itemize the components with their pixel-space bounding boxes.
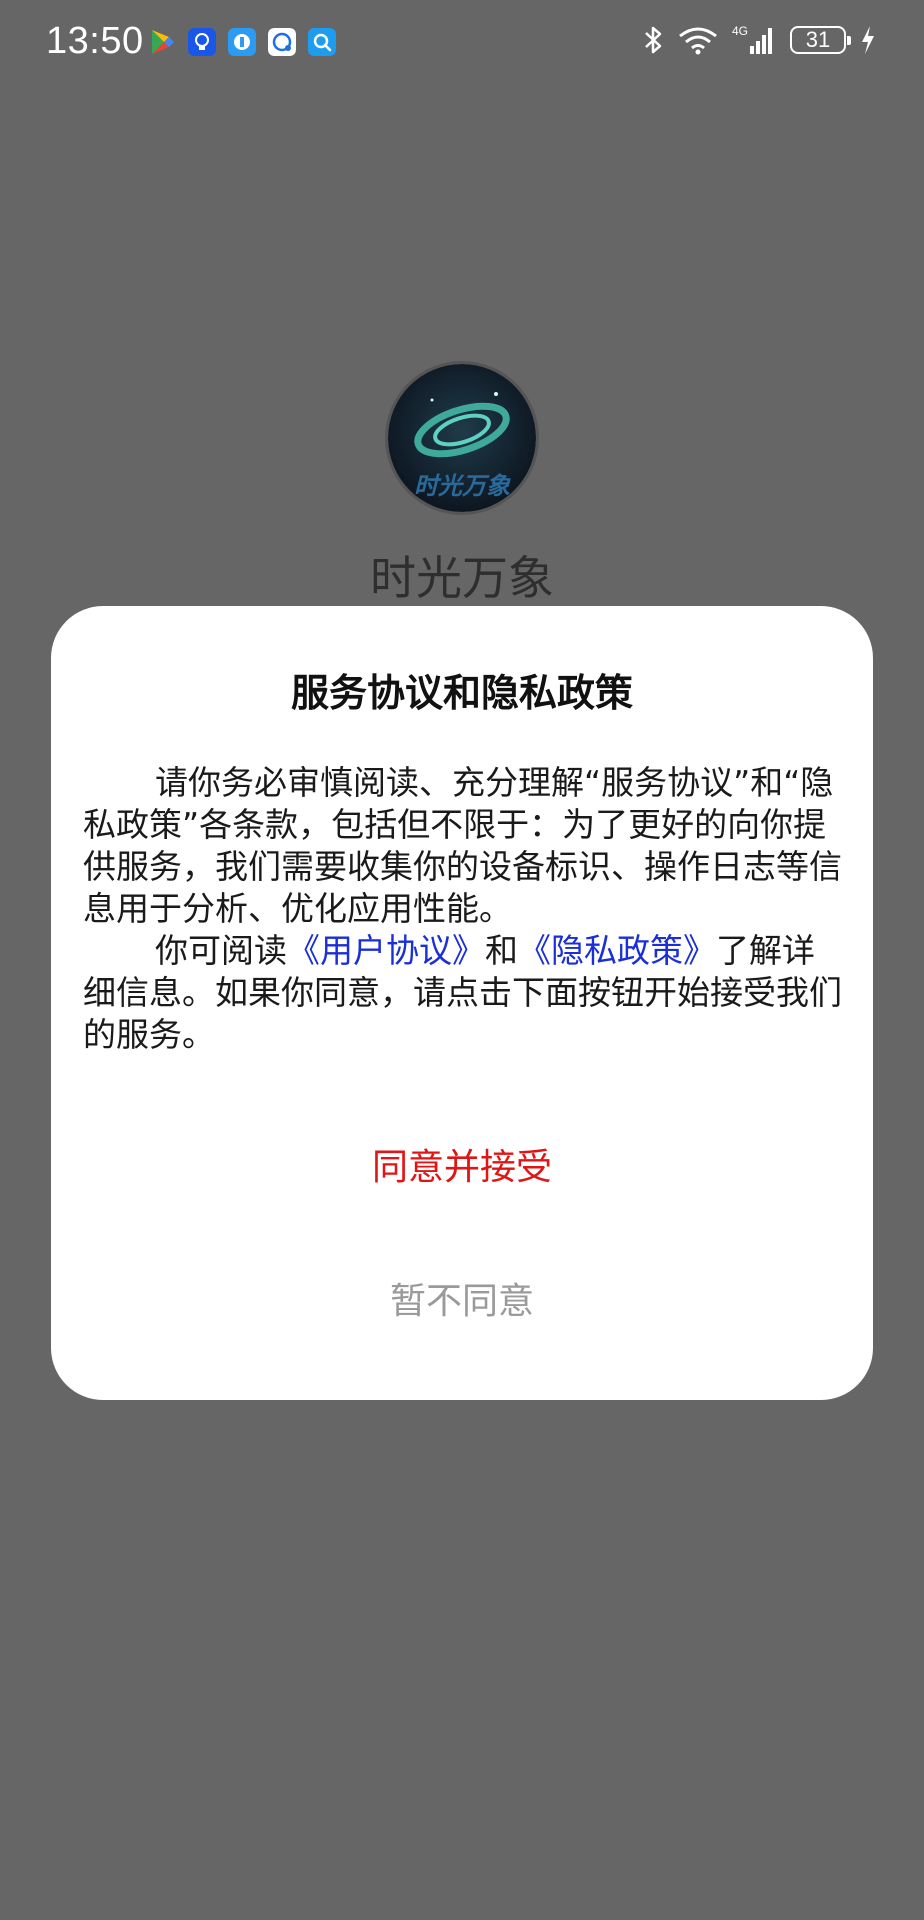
dialog-paragraph-2: 你可阅读《用户协议》和《隐私政策》了解详细信息。如果你同意，请点击下面按钮开始接… <box>83 930 845 1056</box>
decline-button[interactable]: 暂不同意 <box>262 1270 662 1334</box>
search-app-icon <box>308 28 336 56</box>
status-bar: 13:50 4G 31 <box>0 0 924 88</box>
user-agreement-link[interactable]: 《用户协议》 <box>287 931 485 970</box>
notification-icons <box>148 28 336 56</box>
paragraph-2-prefix: 你可阅读 <box>155 931 287 970</box>
app-logo: 时光万象 <box>388 364 536 512</box>
dialog-body: 请你务必审慎阅读、充分理解“服务协议”和“隐私政策”各条款，包括但不限于：为了更… <box>83 762 845 1056</box>
agree-button[interactable]: 同意并接受 <box>262 1136 662 1200</box>
svg-text:4G: 4G <box>732 24 748 38</box>
charging-icon <box>860 25 876 55</box>
play-store-icon <box>152 30 174 54</box>
bluetooth-icon <box>642 24 664 56</box>
bulb-app-icon <box>188 28 216 56</box>
battery-icon: 31 <box>790 26 851 54</box>
chat-app-icon <box>268 28 296 56</box>
privacy-policy-link[interactable]: 《隐私政策》 <box>518 931 716 970</box>
privacy-dialog: 服务协议和隐私政策 请你务必审慎阅读、充分理解“服务协议”和“隐私政策”各条款，… <box>51 606 873 1400</box>
dialog-paragraph-1: 请你务必审慎阅读、充分理解“服务协议”和“隐私政策”各条款，包括但不限于：为了更… <box>83 763 842 928</box>
cellular-signal-icon: 4G <box>732 24 776 56</box>
svg-text:时光万象: 时光万象 <box>414 472 511 500</box>
wifi-icon <box>678 25 718 55</box>
browser-app-icon <box>228 28 256 56</box>
paragraph-2-and: 和 <box>485 931 518 970</box>
dialog-title: 服务协议和隐私政策 <box>290 671 633 715</box>
system-icons: 4G 31 <box>642 24 876 56</box>
status-time: 13:50 <box>46 20 144 62</box>
app-name: 时光万象 <box>370 551 554 605</box>
battery-level: 31 <box>805 27 831 52</box>
